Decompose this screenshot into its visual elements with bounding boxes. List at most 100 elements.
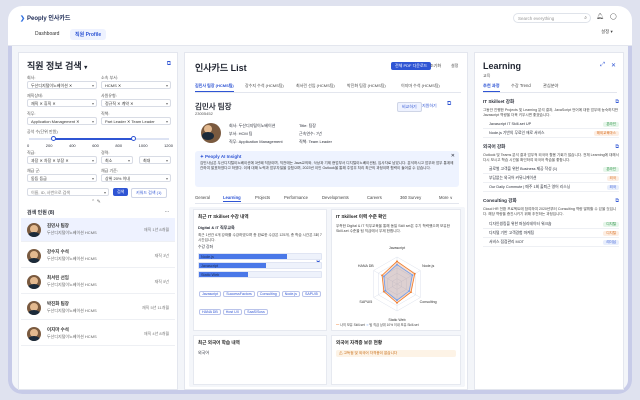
settings-dropdown[interactable]: 설정 ▾ <box>601 29 613 35</box>
profile-tab[interactable]: Developments <box>322 195 349 201</box>
skill-tag[interactable]: Host UX <box>222 309 243 316</box>
nav-dashboard[interactable]: Dashboard <box>30 29 64 39</box>
filter-grade-basis[interactable]: 상위 20% 이내 <box>101 174 171 182</box>
sparkle-icon: ✦ <box>200 154 204 159</box>
person-tab[interactable]: 김민사 팀장 (HCMS팀) <box>195 83 234 92</box>
filter-position[interactable]: Part Leader ✕ Team Leader <box>101 117 171 125</box>
skill-tag[interactable]: SaaS/Scss <box>244 309 268 316</box>
notification-bell-icon[interactable]: 🔔︎ <box>596 13 604 20</box>
chevron-down-icon[interactable]: ▾ <box>84 65 87 71</box>
filter-grade[interactable]: 동등 등급 <box>27 174 97 182</box>
course-item-tag: 디지털 <box>603 221 619 227</box>
course-item[interactable]: 디자인씽킹을 위한 퍼실리테이터 워크숍 디지털 <box>483 220 619 229</box>
nav-employee-profile[interactable]: 직원 Profile <box>70 29 107 40</box>
app-logo[interactable]: ❯ Peoply 인사카드 <box>20 13 70 22</box>
person-name: 강수지 수석 <box>47 249 69 254</box>
person-row[interactable]: 강수지 수석 두산디지털이노베이션 HCMS 재직 3년 <box>21 244 175 268</box>
apply-button[interactable]: 지원하기 <box>422 103 437 109</box>
person-row[interactable]: 김민사 팀장 두산디지털이노베이션 HCMS 재직 1년 8개월 <box>21 218 175 242</box>
close-icon[interactable]: ✕ <box>451 153 455 159</box>
filter-status[interactable]: 재직 ✕ 휴직 ✕ <box>27 99 97 107</box>
external-link-icon[interactable]: ⧉ <box>447 101 451 108</box>
link-icon[interactable]: ⧉ <box>615 144 619 150</box>
radar-category-label: HANA DB <box>358 264 374 268</box>
reset-button[interactable]: 조기화 <box>430 63 441 69</box>
keyword-search-button[interactable]: 키워드 검색 (1) <box>131 188 167 198</box>
logo-icon: ❯ <box>20 16 26 22</box>
profile-tab[interactable]: Projects <box>255 195 270 201</box>
link-icon[interactable]: ⧉ <box>615 198 619 204</box>
skill-tag[interactable]: Node.js <box>281 291 300 298</box>
recommend-section: IT Skillset 강화 ⧉ 그동안 진행한 Projects 및 Learni… <box>483 99 619 139</box>
slider-handle-max[interactable] <box>131 136 136 141</box>
hr-card-title: 인사카드 List <box>195 63 247 73</box>
skill-tag[interactable]: HANA DB <box>199 309 221 316</box>
course-item[interactable]: 다지털 기반 고객경험 마케팅 디지털 <box>483 229 619 238</box>
course-item[interactable]: Our Daily Commute | 매주 1회 출퇴근 영어 리스닝 외국 <box>483 183 619 193</box>
person-row[interactable]: 이지마 수석 두산디지털이노베이션 HCMS 재직 4년 8개월 <box>21 322 175 346</box>
close-icon[interactable]: ✕ <box>611 62 616 69</box>
profile-tab[interactable]: 360 Survey <box>400 195 421 201</box>
course-bar-row: Node.js <box>198 253 322 261</box>
learning-tab[interactable]: 수강 Trend <box>511 83 531 91</box>
person-tab[interactable]: 이지마 수석 (HCMS팀) <box>401 83 440 91</box>
section-title: IT Skillset 강화 <box>483 99 515 104</box>
skill-tag[interactable]: Javascript <box>199 291 222 298</box>
results-title: 검색 인원 (8) <box>27 210 55 216</box>
person-tab[interactable]: 최서린 선임 (HCMS팀) <box>296 83 335 91</box>
learning-tab[interactable]: 관심분야 <box>543 83 558 91</box>
slider-tick: 0 <box>27 143 30 148</box>
profile-tab[interactable]: Performance <box>284 195 308 201</box>
career-max-input[interactable]: 최대 <box>139 156 171 164</box>
user-icon[interactable]: ◯ <box>610 13 617 20</box>
compare-button[interactable]: 비교하기 <box>397 102 422 112</box>
course-item[interactable]: 글로벌 고객을 위한 Business 제공 작성 (1) 온라인 <box>483 165 619 175</box>
filter-rank[interactable]: 과장 ✕ 차장 ✕ 부장 ✕ <box>27 156 97 164</box>
pdf-download-button[interactable]: 전체 PDF 다운로드 <box>391 62 432 70</box>
skill-tag[interactable]: SuccessFactors <box>223 291 255 298</box>
slider-ticks: 0 200 400 600 800 1000 1200 <box>27 143 173 148</box>
collapse-icon[interactable]: ⌃ ✎ <box>91 199 101 205</box>
expand-icon[interactable]: ⤢ <box>600 62 605 69</box>
person-meta: 재직 4년 8개월 <box>143 331 169 336</box>
link-icon[interactable]: ⧉ <box>615 99 619 105</box>
course-item[interactable]: 부담없는 외국어 커뮤니케이션 외국 <box>483 174 619 184</box>
slider-handle-min[interactable] <box>51 136 56 141</box>
learning-title: Learning <box>483 61 522 71</box>
person-tab[interactable]: 박진화 팀장 (HCMS팀) <box>347 83 386 91</box>
info-cell: 부서: HCM 팀 <box>229 131 253 136</box>
settings-button[interactable]: 설정 <box>451 63 458 69</box>
more-icon[interactable]: ... <box>165 208 169 214</box>
learning-tab[interactable]: 추천 과정 <box>483 83 500 92</box>
profile-tab[interactable]: Learning <box>223 195 241 202</box>
slider-tick: 1000 <box>138 143 148 148</box>
person-row[interactable]: 박진화 팀장 두산디지털이노베이션 HCMS 재직 5년 11개월 <box>21 296 175 320</box>
profile-tab[interactable]: General <box>195 195 210 201</box>
course-bar-row: Static Web <box>198 271 322 279</box>
filter-dept[interactable]: HCMS ✕ <box>101 81 171 89</box>
person-org: 두산디지털이노베이션 HCMS <box>47 256 97 261</box>
radar-point <box>411 274 414 276</box>
search-input[interactable]: Search everything ⌕ <box>513 13 591 23</box>
filter-type[interactable]: 정규직 ✕ 계약 ✕ <box>101 99 171 107</box>
external-link-icon[interactable]: ⧉ <box>167 61 171 68</box>
filter-job[interactable]: Application Management ✕ <box>27 117 97 125</box>
profile-tab[interactable]: Careers <box>367 195 382 201</box>
keyword-search-input[interactable]: 이름, ID, 사번으로 검색 <box>27 188 109 196</box>
skill-tag[interactable]: Consulting <box>256 291 280 298</box>
person-tabs: 김민사 팀장 (HCMS팀) 강수지 수석 (HCMS팀) 최서린 선임 (HCMS… <box>195 83 461 93</box>
person-tab[interactable]: 강수지 수석 (HCMS팀) <box>245 83 284 91</box>
filter-company[interactable]: 두산디지털이노베이션 ✕ <box>27 81 97 89</box>
search-panel: 직원 정보 검색 ▾ ⧉ 회사: 두산디지털이노베이션 ✕ 소속 부서: HCM… <box>18 52 178 390</box>
search-button[interactable]: 검색 <box>113 188 129 196</box>
career-min-input[interactable]: 최소 <box>101 156 133 164</box>
profile-tab[interactable]: More ∨ <box>439 195 453 201</box>
course-item[interactable]: Javascript IT Skill-set UP 온라인 <box>483 120 619 130</box>
title-text: 직원 정보 검색 <box>27 61 82 71</box>
person-meta: 재직 5년 11개월 <box>142 305 169 310</box>
course-item[interactable]: 서비스 접점관리 MOT 리더십 <box>483 238 619 247</box>
radar-category-label: SAPUI5 <box>359 300 372 304</box>
person-row[interactable]: 최서린 선임 두산디지털이노베이션 HCMS 재직 5년 <box>21 270 175 294</box>
course-item[interactable]: Node.js 기반의 무료인 애로 서비스 해외교육마스 <box>483 129 619 139</box>
skill-tag[interactable]: SAPUI5 <box>301 291 321 298</box>
